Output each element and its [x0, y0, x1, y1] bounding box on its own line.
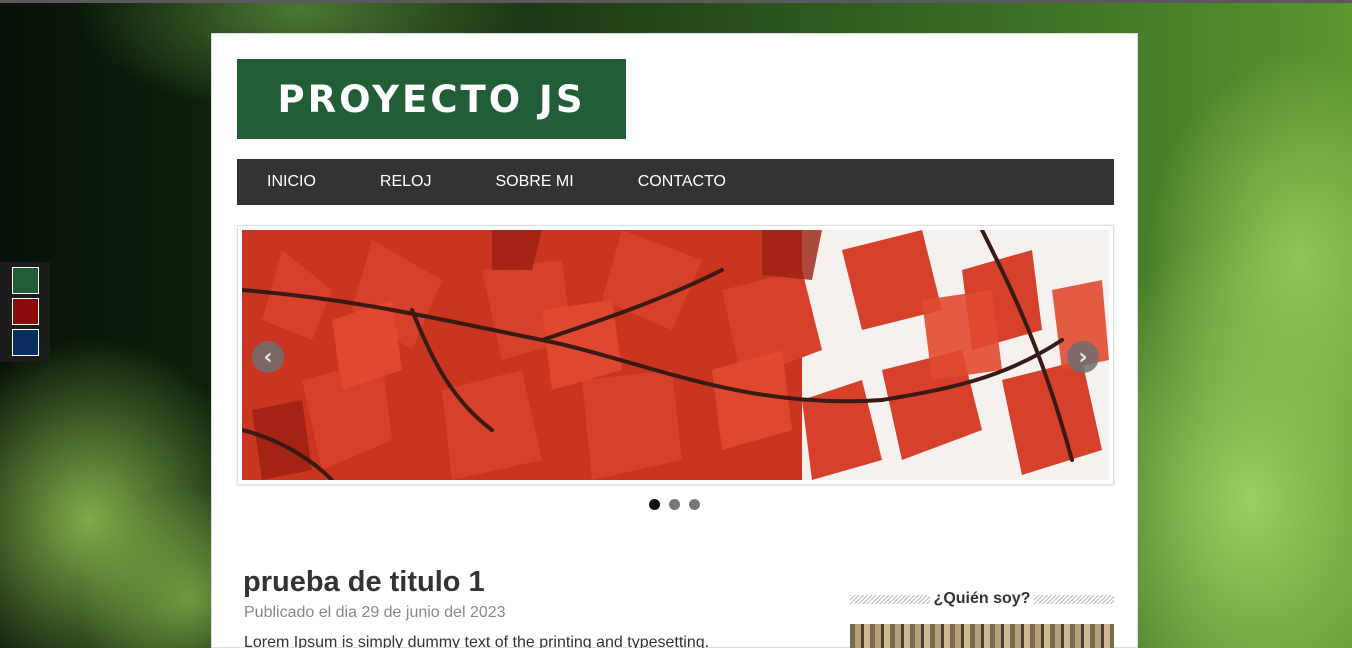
nav-item-reloj[interactable]: RELOJ — [350, 159, 462, 205]
slider-pagination — [649, 499, 700, 510]
theme-swatch-blue[interactable] — [12, 329, 39, 356]
theme-swatch-red[interactable] — [12, 298, 39, 325]
slider-dot-2[interactable] — [669, 499, 680, 510]
slide-image-red-leaves: ‹ › — [242, 230, 1109, 480]
site-logo[interactable]: PROYECTO JS — [237, 59, 626, 139]
post-meta: Publicado el dia 29 de junio del 2023 — [244, 604, 506, 621]
slider-dot-1[interactable] — [649, 499, 660, 510]
slider-prev-button[interactable]: ‹ — [252, 341, 284, 373]
widget-image — [850, 624, 1114, 648]
widget-title-quien-soy: ¿Quién soy? — [850, 590, 1114, 608]
decorative-stripes-right — [1034, 594, 1114, 604]
nav-item-sobre-mi[interactable]: SOBRE MI — [465, 159, 603, 205]
widget-title-label: ¿Quién soy? — [933, 590, 1031, 607]
slider-dot-3[interactable] — [689, 499, 700, 510]
decorative-stripes-left — [850, 594, 930, 604]
post-title[interactable]: prueba de titulo 1 — [243, 566, 485, 599]
page-container: PROYECTO JS INICIO RELOJ SOBRE MI CONTAC… — [211, 33, 1138, 648]
nav-item-contacto[interactable]: CONTACTO — [608, 159, 756, 205]
post-body: Lorem Ipsum is simply dummy text of the … — [244, 634, 710, 648]
theme-swatch-green[interactable] — [12, 267, 39, 294]
slider-next-button[interactable]: › — [1067, 341, 1099, 373]
browser-top-border — [0, 0, 1352, 3]
red-maple-leaves-illustration — [242, 230, 1109, 480]
image-slider: ‹ › — [237, 225, 1114, 485]
theme-color-switcher — [0, 262, 50, 362]
nav-item-inicio[interactable]: INICIO — [237, 159, 346, 205]
main-nav: INICIO RELOJ SOBRE MI CONTACTO — [237, 159, 1114, 205]
